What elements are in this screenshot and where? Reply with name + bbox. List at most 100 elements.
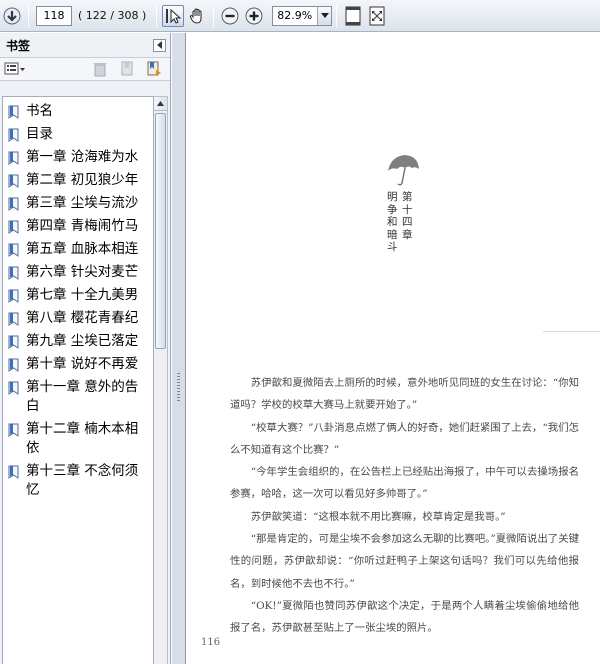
- options-list-icon: [4, 62, 25, 75]
- bookmark-item[interactable]: 第九章 尘埃已落定: [3, 330, 153, 353]
- bookmark-label: 第一章 沧海难为水: [26, 149, 139, 165]
- bookmark-label: 第十章 说好不再爱: [26, 356, 139, 372]
- bookmark-item[interactable]: 第二章 初见狼少年: [3, 169, 153, 192]
- bookmark-icon: [8, 220, 19, 234]
- bookmark-label: 目录: [26, 126, 53, 142]
- splitter-grip: [177, 373, 180, 403]
- bookmark-icon: [8, 197, 19, 211]
- paragraph: “今年学生会组织的，在公告栏上已经贴出海报了，中午可以去操场报名参赛，哈哈，这一…: [230, 466, 579, 501]
- zoom-input[interactable]: [273, 6, 318, 25]
- bookmark-label: 书名: [26, 103, 53, 119]
- bookmark-item[interactable]: 目录: [3, 123, 153, 146]
- bookmark-label: 第九章 尘埃已落定: [26, 333, 139, 349]
- bookmark-scrollbar[interactable]: [154, 96, 168, 664]
- bookmark-item[interactable]: 第一章 沧海难为水: [3, 146, 153, 169]
- fit-width-button[interactable]: [366, 5, 388, 27]
- bookmark-label: 第五章 血脉本相连: [26, 241, 139, 257]
- caret-down-icon: [320, 12, 329, 18]
- toolbar: ( 122 / 308 ): [0, 0, 600, 32]
- select-cursor-icon: [166, 8, 182, 24]
- bookmark-icon: [8, 381, 19, 395]
- bookmark-icon: [8, 358, 19, 372]
- toolbar-separator: [336, 4, 338, 27]
- bookmark-item[interactable]: 第十三章 不念何须忆: [3, 460, 153, 502]
- collapse-panel-button[interactable]: [153, 38, 166, 52]
- chapter-heading: 第十四章 明争和暗斗: [379, 153, 419, 273]
- bookmark-icon: [8, 174, 19, 188]
- bookmark-label: 第八章 樱花青春纪: [26, 310, 139, 326]
- select-tool-button[interactable]: [162, 4, 185, 27]
- zoom-in-icon: [245, 7, 263, 24]
- bookmark-label: 第十二章 楠木本相依: [26, 421, 139, 456]
- bookmark-item[interactable]: 第五章 血脉本相连: [3, 238, 153, 261]
- fit-width-icon: [369, 6, 385, 25]
- bookmarks-title: 书签: [6, 38, 31, 53]
- bookmark-label: 第二章 初见狼少年: [26, 172, 139, 188]
- new-bookmark-icon: [121, 61, 133, 76]
- bookmark-label: 第四章 青梅闹竹马: [26, 218, 139, 234]
- bookmark-icon: [8, 465, 19, 479]
- zoom-out-button[interactable]: [219, 5, 241, 27]
- expand-bookmark-button[interactable]: [143, 59, 164, 79]
- hand-tool-button[interactable]: [186, 5, 208, 27]
- toolbar-separator: [213, 4, 215, 27]
- toolbar-separator: [156, 4, 158, 27]
- trash-icon: [93, 63, 106, 77]
- paragraph: 苏伊歆笑道：“这根本就不用比赛嘛，校草肯定是我哥。”: [250, 510, 506, 523]
- chapter-number: 第十四章: [402, 191, 413, 241]
- bookmark-icon: [8, 312, 19, 326]
- next-page-button[interactable]: [1, 5, 23, 27]
- umbrella-icon: [388, 155, 419, 186]
- bookmark-item[interactable]: 第十二章 楠木本相依: [3, 418, 153, 460]
- caret-left-icon: [156, 41, 162, 49]
- bookmark-item[interactable]: 第七章 十全九美男: [3, 284, 153, 307]
- panel-splitter[interactable]: [172, 33, 186, 664]
- delete-bookmark-button[interactable]: [89, 59, 110, 79]
- scroll-thumb[interactable]: [155, 113, 166, 349]
- document-page: 第十四章 明争和暗斗 苏伊歆和夏微陌去上厕所的时候，意外地听见同班的女生在讨论：…: [187, 33, 600, 664]
- bookmark-label: 第十一章 意外的告白: [26, 379, 139, 414]
- paragraph: “OK!”夏微陌也赞同苏伊歆这个决定，于是两个人瞒着尘埃偷偷地给他报了名，苏伊歆…: [230, 599, 579, 635]
- bookmark-options-button[interactable]: [4, 59, 26, 79]
- paragraph: “那是肯定的，可是尘埃不会参加这么无聊的比赛吧。”夏微陌说出了关键性的问题，苏伊…: [230, 533, 579, 590]
- bookmark-item[interactable]: 第十一章 意外的告白: [3, 376, 153, 418]
- zoom-combobox[interactable]: [272, 5, 333, 26]
- bookmark-item[interactable]: 第十章 说好不再爱: [3, 353, 153, 376]
- bookmark-item[interactable]: 第三章 尘埃与流沙: [3, 192, 153, 215]
- zoom-dropdown-button[interactable]: [317, 6, 332, 25]
- bookmark-expand-icon: [147, 61, 161, 76]
- zoom-out-icon: [221, 7, 239, 24]
- page-count: ( 122 / 308 ): [78, 9, 147, 22]
- bookmark-label: 第六章 针尖对麦芒: [26, 264, 139, 280]
- arrow-down-circle-icon: [3, 7, 21, 24]
- hand-icon: [190, 7, 202, 24]
- body-text: 苏伊歆和夏微陌去上厕所的时候，意外地听见同班的女生在讨论：“你知道吗？学校的校草…: [230, 372, 579, 640]
- scroll-up-button[interactable]: [154, 97, 167, 111]
- bookmark-icon: [8, 128, 19, 142]
- bookmark-label: 第三章 尘埃与流沙: [26, 195, 139, 211]
- bookmark-icon: [8, 266, 19, 280]
- bookmark-icon: [8, 105, 19, 119]
- bookmark-item[interactable]: 第四章 青梅闹竹马: [3, 215, 153, 238]
- bookmarks-toolbar: [0, 57, 170, 81]
- zoom-in-button[interactable]: [243, 5, 265, 27]
- bookmark-list: 书名目录第一章 沧海难为水 第二章 初见狼少年 第三章 尘埃与流沙 第四章 青梅闹竹马…: [2, 96, 154, 664]
- chapter-name: 明争和暗斗: [387, 191, 398, 253]
- page-number-input[interactable]: [36, 5, 72, 26]
- bookmarks-panel: 书签 书名 目录 第一章 沧海难为水 第二章 初见狼少年 第三章 尘埃与流沙 第…: [0, 33, 171, 664]
- fit-page-button[interactable]: [342, 5, 364, 27]
- bookmark-item[interactable]: 第八章 樱花青春纪: [3, 307, 153, 330]
- fit-page-icon: [345, 6, 361, 25]
- bookmark-icon: [8, 151, 19, 165]
- bookmark-icon: [8, 243, 19, 257]
- bookmarks-header: 书签: [0, 33, 170, 57]
- page-number: 116: [201, 637, 221, 648]
- bookmark-item[interactable]: 第六章 针尖对麦芒: [3, 261, 153, 284]
- bookmark-icon: [8, 335, 19, 349]
- toolbar-separator: [28, 4, 29, 27]
- new-bookmark-button[interactable]: [116, 59, 137, 79]
- caret-up-icon: [157, 101, 164, 106]
- bookmark-icon: [8, 289, 19, 303]
- bookmark-item[interactable]: 书名: [3, 100, 153, 123]
- divider: [543, 331, 600, 332]
